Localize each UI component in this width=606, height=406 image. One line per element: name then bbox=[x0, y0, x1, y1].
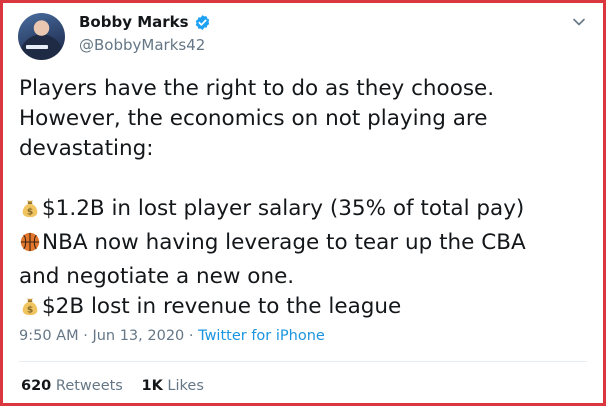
bullet-text: and negotiate a new one. bbox=[19, 264, 295, 289]
likes-count: 1K bbox=[141, 378, 163, 394]
display-name[interactable]: Bobby Marks bbox=[79, 13, 189, 31]
basketball-icon bbox=[19, 231, 41, 262]
avatar-graphic bbox=[26, 45, 48, 49]
svg-text:$: $ bbox=[27, 207, 33, 218]
divider bbox=[19, 361, 587, 362]
tweet-card: Bobby Marks @BobbyMarks42 Players have t… bbox=[0, 0, 606, 406]
retweets-label: Retweets bbox=[55, 378, 123, 394]
chevron-down-icon[interactable] bbox=[571, 14, 587, 30]
tweet-line: devastating: bbox=[19, 136, 154, 161]
svg-text:$: $ bbox=[27, 305, 33, 316]
tweet-line: Players have the right to do as they cho… bbox=[19, 76, 495, 101]
bullet-line: NBA now having leverage to tear up the C… bbox=[19, 228, 589, 262]
username-handle[interactable]: @BobbyMarks42 bbox=[79, 36, 205, 54]
meta-separator: · bbox=[83, 328, 88, 344]
meta-separator: · bbox=[188, 328, 194, 344]
bullet-line: and negotiate a new one. bbox=[19, 262, 589, 292]
bullet-text: $1.2B in lost player salary (35% of tota… bbox=[42, 196, 525, 221]
retweets-stat[interactable]: 620 Retweets bbox=[21, 378, 127, 394]
bullet-line: $ $2B lost in revenue to the league bbox=[19, 292, 589, 326]
likes-stat[interactable]: 1K Likes bbox=[141, 378, 203, 394]
avatar[interactable] bbox=[18, 13, 65, 60]
engagement-stats: 620 Retweets 1K Likes bbox=[21, 378, 218, 394]
tweet-meta: 9:50 AM · Jun 13, 2020 · Twitter for iPh… bbox=[19, 328, 325, 344]
verified-badge-icon bbox=[194, 14, 211, 31]
tweet-date[interactable]: Jun 13, 2020 bbox=[92, 328, 184, 344]
author-row: Bobby Marks bbox=[79, 13, 211, 31]
bullet-text: $2B lost in revenue to the league bbox=[42, 294, 402, 319]
tweet-line: However, the economics on not playing ar… bbox=[19, 106, 488, 131]
money-bag-icon: $ bbox=[19, 197, 41, 228]
tweet-time[interactable]: 9:50 AM bbox=[19, 328, 79, 344]
source-link[interactable]: Twitter for iPhone bbox=[198, 328, 325, 344]
likes-label: Likes bbox=[167, 378, 204, 394]
money-bag-icon: $ bbox=[19, 295, 41, 326]
bullet-text: NBA now having leverage to tear up the C… bbox=[42, 230, 526, 255]
bullet-line: $ $1.2B in lost player salary (35% of to… bbox=[19, 194, 589, 228]
retweets-count: 620 bbox=[21, 378, 52, 394]
tweet-text: Players have the right to do as they cho… bbox=[19, 74, 589, 326]
